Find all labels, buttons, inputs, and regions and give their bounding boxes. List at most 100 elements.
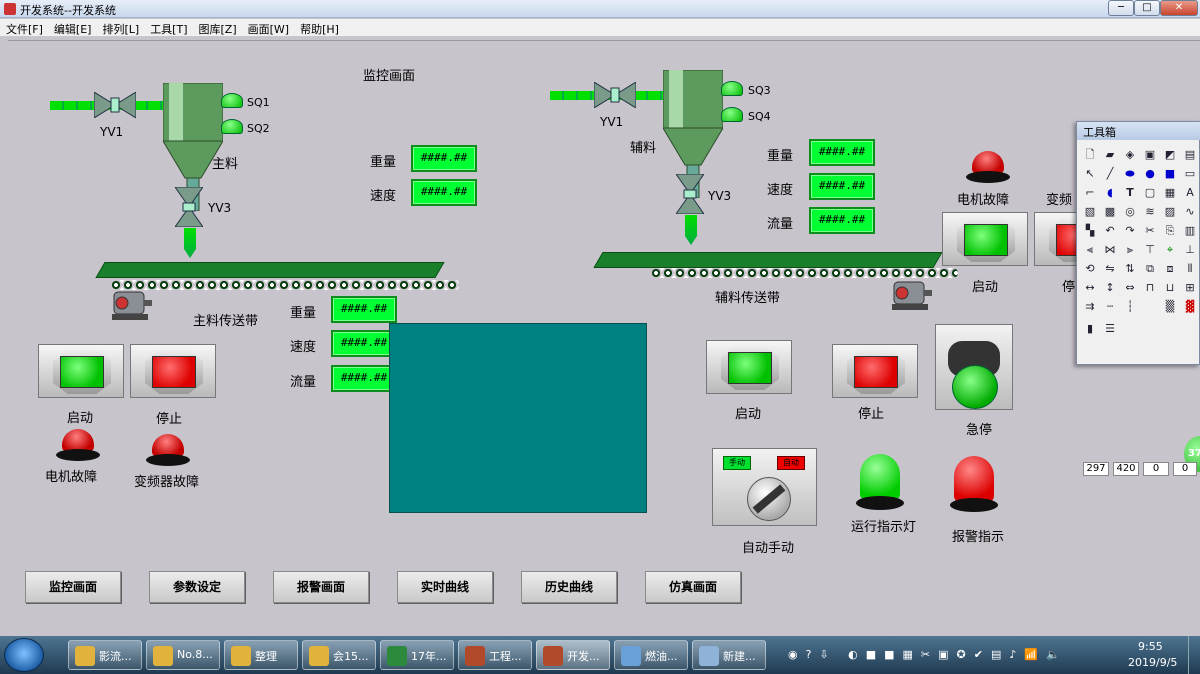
same-size-icon[interactable]: ⇔	[1123, 281, 1137, 295]
nav-history-curve-button[interactable]: 历史曲线	[521, 571, 617, 603]
system-tray-icons[interactable]: ◉?⇩ ◐■■▦✂▣✪✔▤♪📶🔈	[788, 648, 1118, 662]
redo-icon[interactable]: ↷	[1123, 224, 1137, 238]
aux-start-button-2[interactable]	[942, 212, 1028, 266]
new-file-icon[interactable]: 🗋	[1083, 148, 1097, 162]
report-icon[interactable]: ▨	[1163, 205, 1177, 219]
rounded-rect-icon[interactable]: ▢	[1143, 186, 1157, 200]
polyline-icon[interactable]: ⌐	[1083, 186, 1097, 200]
stamp-icon[interactable]: ◈	[1123, 148, 1137, 162]
flip-v-icon[interactable]: ⇅	[1123, 262, 1137, 276]
start-button[interactable]	[4, 638, 44, 672]
text-icon[interactable]: T	[1123, 186, 1137, 200]
line-icon[interactable]: ╱	[1103, 167, 1117, 181]
menu-file[interactable]: 文件[F]	[0, 19, 48, 37]
clock-time[interactable]: 9:55	[1138, 640, 1163, 653]
color-bar-icon[interactable]: ▮	[1083, 322, 1097, 336]
main-outlet-valve[interactable]	[174, 186, 204, 228]
main-stop-button[interactable]	[130, 344, 216, 398]
circle-icon[interactable]: ●	[1143, 167, 1157, 181]
pointer-icon[interactable]: ↖	[1083, 167, 1097, 181]
menu-edit[interactable]: 编辑[E]	[48, 19, 97, 37]
taskbar-item-1[interactable]: 影流...	[68, 640, 142, 670]
taskbar-item-2[interactable]: No.8...	[146, 640, 220, 670]
main-start-button[interactable]	[38, 344, 124, 398]
aux-stop-button[interactable]	[832, 344, 918, 398]
taskbar-item-5[interactable]: 17年...	[380, 640, 454, 670]
taskbar-item-3[interactable]: 整理	[224, 640, 298, 670]
copy-icon[interactable]: ⎘	[1163, 224, 1177, 238]
toolbox-field-w[interactable]: 0	[1143, 462, 1169, 476]
taskbar-item-7-active[interactable]: 开发...	[536, 640, 610, 670]
emergency-stop-button[interactable]	[935, 324, 1013, 410]
aux-inlet-valve[interactable]	[593, 81, 637, 109]
arc-icon[interactable]: ◖	[1103, 186, 1117, 200]
group-icon[interactable]: ▚	[1083, 224, 1097, 238]
main-inlet-valve[interactable]	[93, 91, 137, 119]
align-center-icon[interactable]: ⋈	[1103, 243, 1117, 257]
taskbar-item-9[interactable]: 新建...	[692, 640, 766, 670]
toolbox-field-x[interactable]: 297	[1083, 462, 1109, 476]
taskbar-item-6[interactable]: 工程...	[458, 640, 532, 670]
lock-icon[interactable]: ⊓	[1143, 281, 1157, 295]
menu-screen[interactable]: 画面[W]	[242, 19, 294, 37]
bitmap-icon[interactable]: ▧	[1083, 205, 1097, 219]
font-icon[interactable]: A	[1183, 186, 1197, 200]
nav-params-button[interactable]: 参数设定	[149, 571, 245, 603]
menu-arrange[interactable]: 排列[L]	[96, 19, 144, 37]
palette-icon[interactable]: ▓	[1183, 300, 1197, 314]
paste-icon[interactable]: ▥	[1183, 224, 1197, 238]
line-width-icon[interactable]: ☰	[1103, 322, 1117, 336]
taskbar-item-4[interactable]: 会15...	[302, 640, 376, 670]
same-height-icon[interactable]: ↕	[1103, 281, 1117, 295]
panel-icon[interactable]: ▤	[1183, 148, 1197, 162]
vertical-dotted-icon[interactable]: ┆	[1123, 300, 1137, 314]
aux-outlet-valve[interactable]	[675, 173, 705, 215]
close-button[interactable]: ✕	[1160, 0, 1198, 16]
menu-help[interactable]: 帮助[H]	[294, 19, 344, 37]
pattern-icon[interactable]: ▒	[1163, 300, 1177, 314]
dotted-line-icon[interactable]: ┄	[1103, 300, 1117, 314]
trend-icon[interactable]: ≋	[1143, 205, 1157, 219]
align-right-icon[interactable]: ⫸	[1123, 243, 1137, 257]
clock-date[interactable]: 2019/9/5	[1128, 656, 1177, 669]
link-icon[interactable]: ∿	[1183, 205, 1197, 219]
cut-icon[interactable]: ✂	[1143, 224, 1157, 238]
align-middle-icon[interactable]: ⌖	[1163, 243, 1177, 257]
image-icon[interactable]: ▦	[1163, 186, 1177, 200]
minimize-button[interactable]: ─	[1108, 0, 1134, 16]
align-left-icon[interactable]: ⫷	[1083, 243, 1097, 257]
rectangle-icon[interactable]: ■	[1163, 167, 1177, 181]
blank-icon[interactable]	[1143, 300, 1157, 314]
frame-icon[interactable]: ▭	[1183, 167, 1197, 181]
button-icon[interactable]: ▩	[1103, 205, 1117, 219]
undo-icon[interactable]: ↶	[1103, 224, 1117, 238]
menu-tools[interactable]: 工具[T]	[144, 19, 192, 37]
maximize-button[interactable]: □	[1134, 0, 1160, 16]
spacing-icon[interactable]: ⦀	[1183, 262, 1197, 276]
rotate-icon[interactable]: ⟲	[1083, 262, 1097, 276]
menu-library[interactable]: 图库[Z]	[193, 19, 242, 37]
chart-icon[interactable]: ◩	[1163, 148, 1177, 162]
gauge-icon[interactable]: ◎	[1123, 205, 1137, 219]
show-desktop-button[interactable]	[1188, 636, 1200, 674]
ellipse-flat-icon[interactable]: ⬬	[1123, 167, 1137, 181]
nav-simulation-button[interactable]: 仿真画面	[645, 571, 741, 603]
flip-h-icon[interactable]: ⇋	[1103, 262, 1117, 276]
aux-start-button[interactable]	[706, 340, 792, 394]
save-icon[interactable]: ▣	[1143, 148, 1157, 162]
grid-snap-icon[interactable]: ⊞	[1183, 281, 1197, 295]
align-bottom-icon[interactable]: ⊥	[1183, 243, 1197, 257]
taskbar-item-8[interactable]: 燃油...	[614, 640, 688, 670]
align-top-icon[interactable]: ⊤	[1143, 243, 1157, 257]
toolbox-field-h[interactable]: 0	[1173, 462, 1197, 476]
nav-realtime-curve-button[interactable]: 实时曲线	[397, 571, 493, 603]
nav-monitor-button[interactable]: 监控画面	[25, 571, 121, 603]
nav-alarm-button[interactable]: 报警画面	[273, 571, 369, 603]
unlock-icon[interactable]: ⊔	[1163, 281, 1177, 295]
bring-front-icon[interactable]: ⧉	[1143, 262, 1157, 276]
same-width-icon[interactable]: ↔	[1083, 281, 1097, 295]
nudge-icon[interactable]: ⇉	[1083, 300, 1097, 314]
toolbox-field-y[interactable]: 420	[1113, 462, 1139, 476]
send-back-icon[interactable]: ⧈	[1163, 262, 1177, 276]
mode-selector-switch[interactable]: 手动 自动	[712, 448, 817, 526]
